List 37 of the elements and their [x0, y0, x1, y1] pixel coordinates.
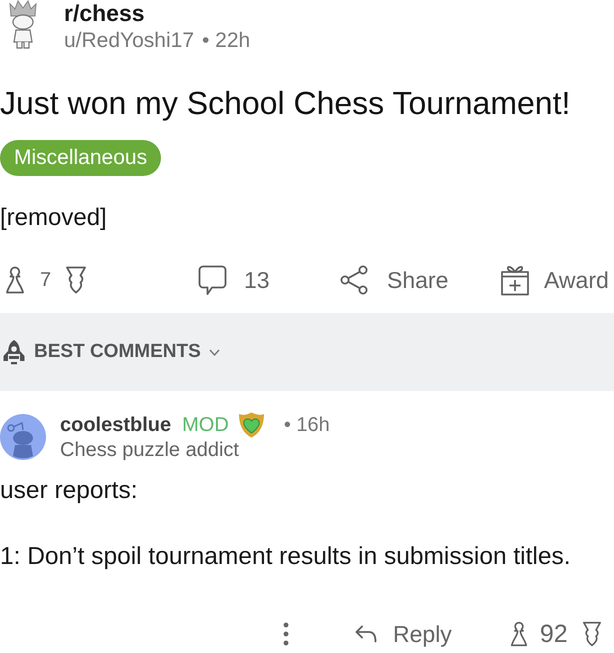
reply-arrow-icon — [355, 625, 377, 643]
share-icon — [340, 265, 369, 295]
post-body: [removed] — [0, 203, 108, 233]
post-flair: Miscellaneous — [0, 140, 162, 176]
post-score: 7 — [40, 268, 52, 293]
comment-text: user reports: — [0, 476, 139, 506]
reply-button[interactable]: Reply — [355, 619, 452, 649]
sort-button[interactable]: BEST COMMENTS — [2, 339, 220, 365]
avatar-icon — [7, 0, 39, 50]
subreddit-link[interactable]: r/chess — [64, 0, 145, 26]
more-options-button[interactable] — [283, 622, 289, 646]
user-avatar — [0, 414, 46, 460]
gift-icon — [500, 264, 530, 296]
pawn-downvote-icon — [65, 266, 88, 294]
upvote-button[interactable] — [4, 266, 26, 294]
downvote-button[interactable] — [582, 621, 602, 647]
comment-score: 92 — [540, 619, 568, 649]
comment-text: 1: Don’t spoil tournament results in submission titles. — [0, 542, 572, 572]
pawn-downvote-icon — [582, 621, 602, 647]
award-button[interactable]: Award — [500, 264, 609, 296]
moderator-label: MOD — [182, 413, 229, 437]
downvote-button[interactable] — [65, 266, 88, 294]
comment-age: • 16h — [284, 413, 330, 437]
pawn-upvote-icon — [508, 621, 529, 647]
heart-shield-icon — [238, 412, 265, 438]
upvote-button[interactable] — [508, 621, 529, 647]
pawn-upvote-icon — [4, 266, 26, 294]
comment-author[interactable]: coolestblue — [60, 413, 172, 437]
user-flair: Chess puzzle addict — [60, 438, 240, 462]
share-button[interactable]: Share — [340, 265, 448, 295]
comments-button[interactable]: 13 — [198, 264, 270, 296]
chevron-down-icon — [208, 348, 220, 356]
speech-bubble-icon — [198, 264, 227, 296]
more-options-icon — [283, 622, 289, 646]
post-title: Just won my School Chess Tournament! — [0, 84, 572, 122]
author-link[interactable]: u/RedYoshi17 — [64, 29, 194, 53]
post-age: • 22h — [202, 29, 250, 53]
